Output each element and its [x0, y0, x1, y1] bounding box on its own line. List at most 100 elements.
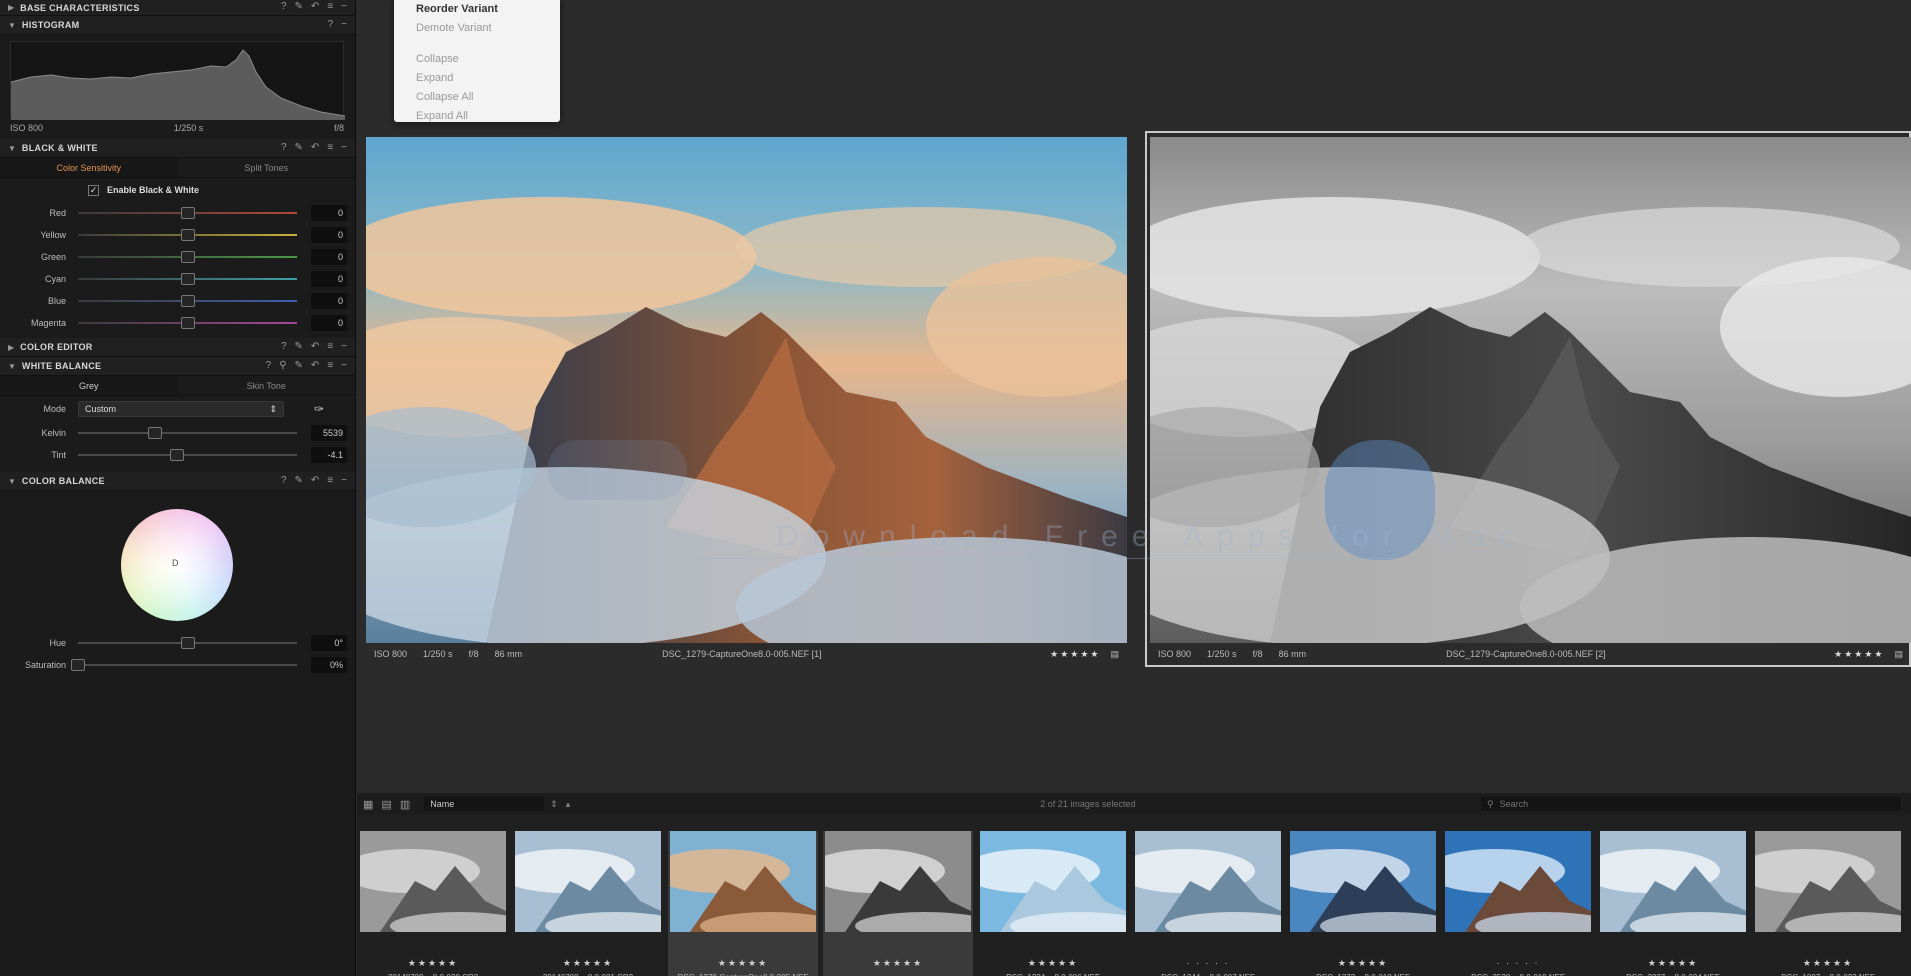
slider-knob[interactable] — [180, 273, 195, 285]
minimize-icon[interactable]: − — [341, 142, 347, 153]
slider-value[interactable]: 5539 — [311, 425, 347, 441]
collapse-triangle-icon[interactable]: ▼ — [8, 144, 16, 153]
slider-value[interactable]: 0 — [311, 315, 347, 331]
reset-icon[interactable]: ↶ — [311, 1, 319, 12]
grid-view-icon[interactable]: ▦ — [363, 798, 373, 811]
enable-black-white-row[interactable]: ✓ Enable Black & White — [0, 178, 355, 202]
photo-variant-bw[interactable] — [1150, 137, 1911, 643]
tool-menu-icon[interactable]: ≡ — [327, 142, 333, 153]
menu-item-collapse-all[interactable]: Collapse All — [416, 88, 538, 107]
filmstrip-thumbnail[interactable]: ★★★★★DSC_1324-...8.0-006.NEF — [978, 831, 1128, 976]
slider-track[interactable] — [78, 637, 297, 649]
picker-icon[interactable]: ⚲ — [279, 360, 286, 371]
tool-menu-icon[interactable]: ≡ — [327, 475, 333, 486]
slider-value[interactable]: 0 — [311, 205, 347, 221]
color-editor-header[interactable]: ▶ COLOR EDITOR ? ✎ ↶ ≡ − — [0, 338, 355, 357]
caption-menu-icon[interactable]: ▤ — [1110, 649, 1119, 660]
slider-value[interactable]: 0 — [311, 249, 347, 265]
slider-track[interactable] — [78, 427, 297, 439]
filmstrip-thumbnail[interactable]: ★★★★★ — [823, 831, 973, 976]
slider-knob[interactable] — [180, 251, 195, 263]
thumbnail-rating[interactable]: ★★★★★ — [823, 958, 973, 969]
thumbnail-rating[interactable]: · · · · · — [1133, 958, 1283, 968]
slider-track[interactable] — [78, 207, 297, 219]
filmstrip-thumbnail[interactable]: · · · · ·DSC_2520-...8.0-019.NEF — [1443, 831, 1593, 976]
filmstrip-thumbnail[interactable]: ★★★★★DSC_1279-CaptureOne8.0-005.NEF — [668, 831, 818, 976]
slider-track[interactable] — [78, 229, 297, 241]
slider-track[interactable] — [78, 251, 297, 263]
thumbnail-rating[interactable]: ★★★★★ — [668, 958, 818, 969]
collapse-triangle-icon[interactable]: ▼ — [8, 21, 16, 30]
thumbnail-rating[interactable]: ★★★★★ — [978, 958, 1128, 969]
list-view-icon[interactable]: ▤ — [381, 798, 391, 811]
minimize-icon[interactable]: − — [341, 475, 347, 486]
collapse-triangle-icon[interactable]: ▶ — [8, 3, 14, 12]
caption-stars[interactable]: ★★★★★ — [1834, 649, 1884, 660]
eyedropper-icon[interactable]: ✑ — [314, 402, 324, 416]
slider-track[interactable] — [78, 273, 297, 285]
wb-mode-select[interactable]: Custom ⇕ — [78, 401, 284, 417]
slider-value[interactable]: 0° — [311, 635, 347, 651]
thumbnail-image[interactable] — [980, 831, 1126, 932]
sort-direction-icon[interactable]: ▴ — [566, 799, 571, 810]
black-white-header[interactable]: ▼ BLACK & WHITE ? ✎ ↶ ≡ − — [0, 139, 355, 158]
help-icon[interactable]: ? — [281, 475, 287, 486]
reset-icon[interactable]: ↶ — [311, 142, 319, 153]
menu-item-collapse[interactable]: Collapse — [416, 50, 538, 69]
filmstrip-thumbnail[interactable]: ★★★★★DSC_1372-...8.0-018.NEF — [1288, 831, 1438, 976]
thumbnail-rating[interactable]: ★★★★★ — [1288, 958, 1438, 969]
tool-menu-icon[interactable]: ≡ — [327, 360, 333, 371]
caption-stars[interactable]: ★★★★★ — [1050, 649, 1100, 660]
collapse-triangle-icon[interactable]: ▼ — [8, 362, 16, 371]
tab-skin-tone[interactable]: Skin Tone — [178, 376, 356, 395]
thumbnail-image[interactable] — [1600, 831, 1746, 932]
base-characteristics-header[interactable]: ▶ BASE CHARACTERISTICS ? ✎ ↶ ≡ − — [0, 0, 355, 16]
edit-icon[interactable]: ✎ — [295, 475, 303, 486]
filmstrip-thumbnail[interactable]: ★★★★★DSC_3827-...8.0-024.NEF — [1598, 831, 1748, 976]
slider-value[interactable]: 0% — [311, 657, 347, 673]
thumbnail-rating[interactable]: ★★★★★ — [513, 958, 663, 969]
histogram-header[interactable]: ▼ HISTOGRAM ? − — [0, 16, 355, 35]
tab-color-sensitivity[interactable]: Color Sensitivity — [0, 158, 178, 177]
slider-value[interactable]: 0 — [311, 271, 347, 287]
collapse-triangle-icon[interactable]: ▼ — [8, 477, 16, 486]
reset-icon[interactable]: ↶ — [311, 360, 319, 371]
menu-item-expand[interactable]: Expand — [416, 69, 538, 88]
slider-value[interactable]: -4.1 — [311, 447, 347, 463]
slider-value[interactable]: 0 — [311, 293, 347, 309]
help-icon[interactable]: ? — [281, 1, 287, 12]
collapse-triangle-icon[interactable]: ▶ — [8, 343, 14, 352]
thumbnail-image[interactable] — [1445, 831, 1591, 932]
thumbnail-image[interactable] — [670, 831, 816, 932]
sort-select[interactable]: Name — [424, 797, 545, 811]
thumbnail-rating[interactable]: ★★★★★ — [1598, 958, 1748, 969]
slider-track[interactable] — [71, 659, 297, 671]
slider-track[interactable] — [78, 449, 297, 461]
slider-value[interactable]: 0 — [311, 227, 347, 243]
slider-track[interactable] — [78, 317, 297, 329]
color-balance-wheel[interactable]: D — [121, 509, 233, 621]
reset-icon[interactable]: ↶ — [311, 475, 319, 486]
thumbnail-rating[interactable]: ★★★★★ — [1753, 958, 1903, 969]
reset-icon[interactable]: ↶ — [311, 341, 319, 352]
filmstrip-thumbnail[interactable]: ★★★★★20140708-...8.0-020.CR2 — [358, 831, 508, 976]
thumbnail-image[interactable] — [1135, 831, 1281, 932]
tool-menu-icon[interactable]: ≡ — [327, 341, 333, 352]
tab-split-tones[interactable]: Split Tones — [178, 158, 356, 177]
help-icon[interactable]: ? — [281, 341, 287, 352]
help-icon[interactable]: ? — [328, 19, 334, 30]
slider-knob[interactable] — [180, 229, 195, 241]
filmstrip-view-icon[interactable]: ▥ — [400, 798, 410, 811]
thumbnail-image[interactable] — [360, 831, 506, 932]
enable-black-white-checkbox[interactable]: ✓ — [88, 184, 99, 196]
slider-knob[interactable] — [147, 427, 162, 439]
minimize-icon[interactable]: − — [341, 360, 347, 371]
help-icon[interactable]: ? — [281, 142, 287, 153]
menu-item-reorder-variant[interactable]: Reorder Variant — [416, 0, 538, 19]
edit-icon[interactable]: ✎ — [295, 341, 303, 352]
slider-knob[interactable] — [180, 317, 195, 329]
white-balance-header[interactable]: ▼ WHITE BALANCE ? ⚲ ✎ ↶ ≡ − — [0, 357, 355, 376]
thumbnail-image[interactable] — [515, 831, 661, 932]
slider-knob[interactable] — [169, 449, 184, 461]
caption-menu-icon[interactable]: ▤ — [1894, 649, 1903, 660]
